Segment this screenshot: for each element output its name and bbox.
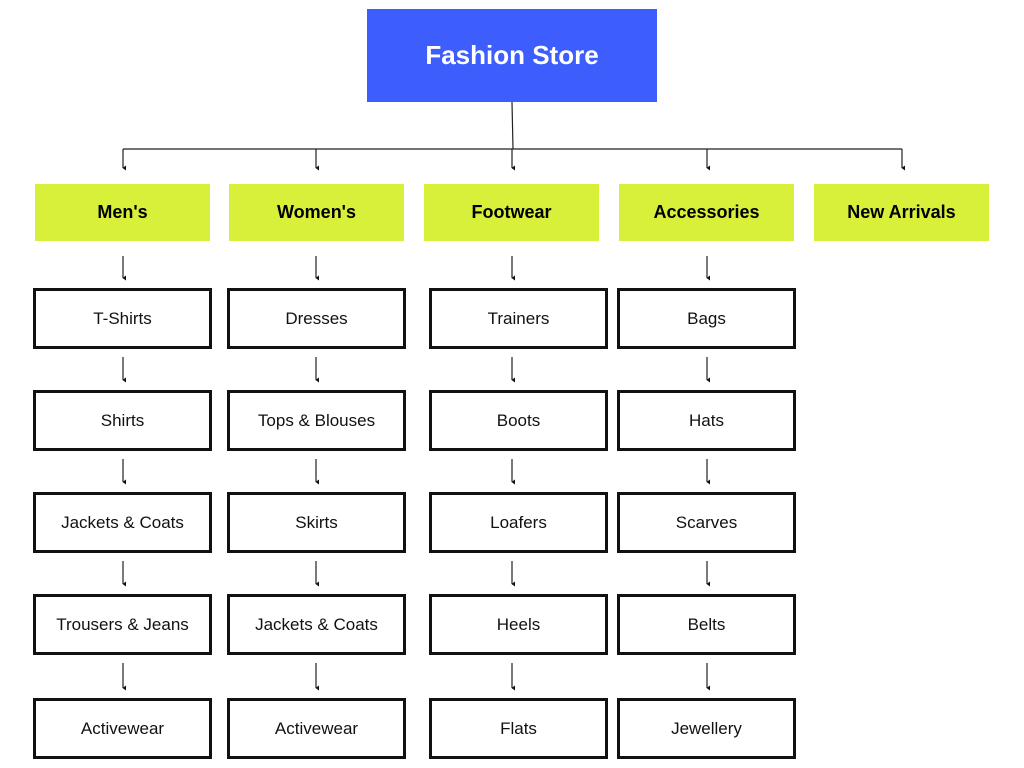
item-node: Activewear <box>227 698 406 759</box>
item-node: Tops & Blouses <box>227 390 406 451</box>
category-footwear: Footwear <box>424 184 599 241</box>
category-mens: Men's <box>35 184 210 241</box>
item-label: Tops & Blouses <box>257 410 376 430</box>
item-node: Jackets & Coats <box>33 492 212 553</box>
item-label: Shirts <box>100 410 145 430</box>
item-node: Boots <box>429 390 608 451</box>
item-label: Scarves <box>675 512 738 532</box>
item-node: Bags <box>617 288 796 349</box>
item-node: Shirts <box>33 390 212 451</box>
category-label: Women's <box>277 202 356 222</box>
category-womens: Women's <box>229 184 404 241</box>
item-label: Hats <box>689 410 724 430</box>
category-label: New Arrivals <box>847 202 956 222</box>
item-node: Trainers <box>429 288 608 349</box>
category-label: Footwear <box>471 202 552 222</box>
item-label: Loafers <box>490 512 547 532</box>
item-node: Skirts <box>227 492 406 553</box>
item-node: Loafers <box>429 492 608 553</box>
item-node: Trousers & Jeans <box>33 594 212 655</box>
item-label: Bags <box>687 308 726 328</box>
item-label: Belts <box>687 614 726 634</box>
item-node: Flats <box>429 698 608 759</box>
item-node: Heels <box>429 594 608 655</box>
root-node: Fashion Store <box>367 9 657 102</box>
item-label: T-Shirts <box>93 308 152 328</box>
item-label: Trainers <box>487 308 550 328</box>
item-node: Jackets & Coats <box>227 594 406 655</box>
item-node: Scarves <box>617 492 796 553</box>
item-node: Jewellery <box>617 698 796 759</box>
root-trunk-line <box>511 101 514 150</box>
item-node: T-Shirts <box>33 288 212 349</box>
item-label: Jackets & Coats <box>255 614 378 634</box>
category-new-arrivals: New Arrivals <box>814 184 989 241</box>
item-label: Heels <box>496 614 541 634</box>
item-label: Activewear <box>80 718 165 738</box>
item-label: Jackets & Coats <box>61 512 184 532</box>
item-node: Activewear <box>33 698 212 759</box>
root-label: Fashion Store <box>425 40 599 70</box>
item-label: Boots <box>496 410 541 430</box>
category-accessories: Accessories <box>619 184 794 241</box>
item-label: Flats <box>500 718 537 738</box>
item-label: Activewear <box>274 718 359 738</box>
item-label: Trousers & Jeans <box>56 614 189 634</box>
category-label: Men's <box>97 202 148 222</box>
item-label: Skirts <box>295 512 338 532</box>
item-label: Jewellery <box>671 718 742 738</box>
item-node: Belts <box>617 594 796 655</box>
category-label: Accessories <box>653 202 760 222</box>
item-node: Hats <box>617 390 796 451</box>
item-node: Dresses <box>227 288 406 349</box>
item-label: Dresses <box>285 308 348 328</box>
